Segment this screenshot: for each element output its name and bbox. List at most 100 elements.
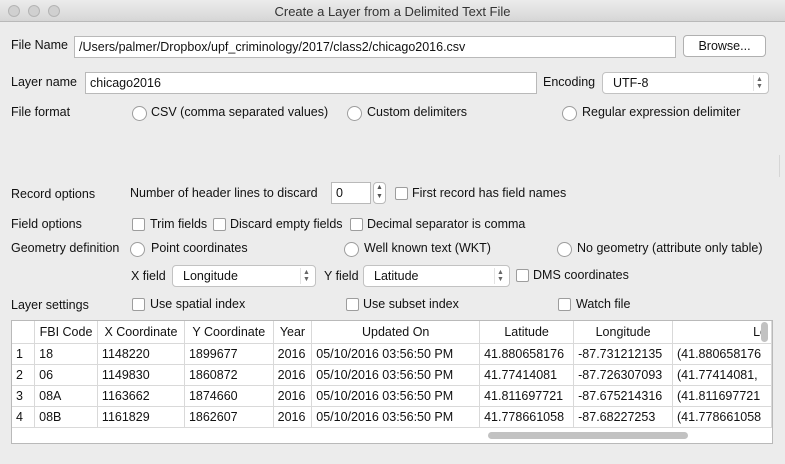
- layer-name-label: Layer name: [11, 75, 78, 89]
- regex-delimiter-label: Regular expression delimiter: [582, 105, 741, 119]
- table-cell: 1163662: [97, 385, 185, 407]
- browse-button[interactable]: Browse...: [683, 35, 766, 57]
- custom-delimiters-radio[interactable]: [347, 106, 362, 121]
- file-format-label: File format: [11, 105, 71, 119]
- trim-fields-label: Trim fields: [150, 217, 208, 231]
- window-titlebar: Create a Layer from a Delimited Text Fil…: [0, 0, 785, 22]
- table-horizontal-scrollbar[interactable]: [488, 432, 688, 439]
- table-cell: -87.675214316: [573, 385, 674, 407]
- chevron-updown-icon: ▲ ▼: [753, 75, 765, 91]
- point-coordinates-label: Point coordinates: [151, 241, 248, 255]
- file-name-input[interactable]: /Users/palmer/Dropbox/upf_criminology/20…: [74, 36, 676, 58]
- field-options-label: Field options: [11, 217, 82, 231]
- table-cell: 05/10/2016 03:56:50 PM: [311, 385, 481, 407]
- table-row[interactable]: 3 08A 1163662 1874660 2016 05/10/2016 03…: [12, 385, 772, 407]
- preview-table[interactable]: FBI Code X Coordinate Y Coordinate Year …: [11, 320, 773, 444]
- table-cell: 41.880658176: [479, 343, 575, 365]
- table-cell: (41.880658176: [672, 343, 772, 365]
- table-cell: -87.726307093: [573, 364, 674, 386]
- x-field-value: Longitude: [183, 269, 238, 283]
- table-cell: (41.811697721: [672, 385, 772, 407]
- row-number: 2: [12, 364, 36, 386]
- x-field-label: X field: [131, 269, 166, 283]
- x-field-select[interactable]: Longitude ▲ ▼: [172, 265, 316, 287]
- table-cell: 1874660: [184, 385, 274, 407]
- table-row[interactable]: 1 18 1148220 1899677 2016 05/10/2016 03:…: [12, 343, 772, 365]
- watch-file-checkbox[interactable]: [558, 298, 571, 311]
- no-geometry-radio[interactable]: [557, 242, 572, 257]
- regex-delimiter-radio[interactable]: [562, 106, 577, 121]
- encoding-select[interactable]: UTF-8 ▲ ▼: [602, 72, 769, 94]
- table-cell: 41.811697721: [479, 385, 575, 407]
- encoding-label: Encoding: [543, 75, 596, 89]
- column-header[interactable]: Year: [273, 321, 313, 344]
- header-lines-input[interactable]: 0: [331, 182, 371, 204]
- table-header-row: FBI Code X Coordinate Y Coordinate Year …: [12, 321, 772, 344]
- row-number-header: [12, 321, 36, 344]
- no-geometry-label: No geometry (attribute only table): [577, 241, 763, 255]
- layer-settings-label: Layer settings: [11, 298, 89, 312]
- spatial-index-label: Use spatial index: [150, 297, 246, 311]
- dms-coordinates-label: DMS coordinates: [533, 268, 629, 282]
- column-header[interactable]: Lo: [672, 321, 772, 344]
- csv-radio-label: CSV (comma separated values): [151, 105, 329, 119]
- chevron-updown-icon: ▲ ▼: [300, 268, 312, 284]
- table-cell: 41.77414081: [479, 364, 575, 386]
- header-lines-stepper[interactable]: ▲ ▼: [373, 182, 386, 204]
- decimal-comma-label: Decimal separator is comma: [367, 217, 526, 231]
- subset-index-checkbox[interactable]: [346, 298, 359, 311]
- row-number: 4: [12, 406, 36, 428]
- record-options-label: Record options: [11, 187, 96, 201]
- point-coordinates-radio[interactable]: [130, 242, 145, 257]
- column-header[interactable]: X Coordinate: [97, 321, 185, 344]
- table-cell: 06: [34, 364, 98, 386]
- table-cell: 2016: [273, 385, 313, 407]
- table-cell: 05/10/2016 03:56:50 PM: [311, 406, 481, 428]
- table-cell: 1161829: [97, 406, 185, 428]
- table-row[interactable]: 2 06 1149830 1860872 2016 05/10/2016 03:…: [12, 364, 772, 386]
- chevron-updown-icon: ▲ ▼: [494, 268, 506, 284]
- geometry-definition-label: Geometry definition: [11, 241, 120, 255]
- table-cell: 2016: [273, 364, 313, 386]
- first-record-label: First record has field names: [412, 186, 567, 200]
- discard-empty-label: Discard empty fields: [230, 217, 343, 231]
- table-vertical-scrollbar[interactable]: [761, 322, 768, 342]
- first-record-checkbox[interactable]: [395, 187, 408, 200]
- table-cell: 2016: [273, 343, 313, 365]
- window-scrollbar[interactable]: [779, 155, 785, 177]
- window-title: Create a Layer from a Delimited Text Fil…: [274, 4, 511, 19]
- spatial-index-checkbox[interactable]: [132, 298, 145, 311]
- table-cell: 08B: [34, 406, 98, 428]
- trim-fields-checkbox[interactable]: [132, 218, 145, 231]
- column-header[interactable]: Latitude: [479, 321, 575, 344]
- custom-delimiters-label: Custom delimiters: [367, 105, 468, 119]
- column-header[interactable]: Y Coordinate: [184, 321, 274, 344]
- header-lines-label: Number of header lines to discard: [130, 186, 318, 200]
- table-row[interactable]: 4 08B 1161829 1862607 2016 05/10/2016 03…: [12, 406, 772, 428]
- column-header[interactable]: Updated On: [311, 321, 481, 344]
- table-cell: (41.778661058: [672, 406, 772, 428]
- column-header[interactable]: Longitude: [573, 321, 674, 344]
- layer-name-input[interactable]: chicago2016: [85, 72, 537, 94]
- table-cell: 2016: [273, 406, 313, 428]
- row-number: 3: [12, 385, 36, 407]
- table-cell: (41.77414081,: [672, 364, 772, 386]
- subset-index-label: Use subset index: [363, 297, 459, 311]
- y-field-select[interactable]: Latitude ▲ ▼: [363, 265, 510, 287]
- y-field-value: Latitude: [374, 269, 419, 283]
- wkt-radio[interactable]: [344, 242, 359, 257]
- table-cell: 1148220: [97, 343, 185, 365]
- table-cell: 1860872: [184, 364, 274, 386]
- table-cell: -87.68227253: [573, 406, 674, 428]
- table-cell: -87.731212135: [573, 343, 674, 365]
- table-cell: 1899677: [184, 343, 274, 365]
- file-name-label: File Name: [11, 38, 68, 52]
- wkt-label: Well known text (WKT): [364, 241, 491, 255]
- discard-empty-checkbox[interactable]: [213, 218, 226, 231]
- dms-coordinates-checkbox[interactable]: [516, 269, 529, 282]
- table-cell: 41.778661058: [479, 406, 575, 428]
- decimal-comma-checkbox[interactable]: [350, 218, 363, 231]
- encoding-value: UTF-8: [613, 76, 649, 90]
- csv-radio[interactable]: [132, 106, 147, 121]
- column-header[interactable]: FBI Code: [34, 321, 98, 344]
